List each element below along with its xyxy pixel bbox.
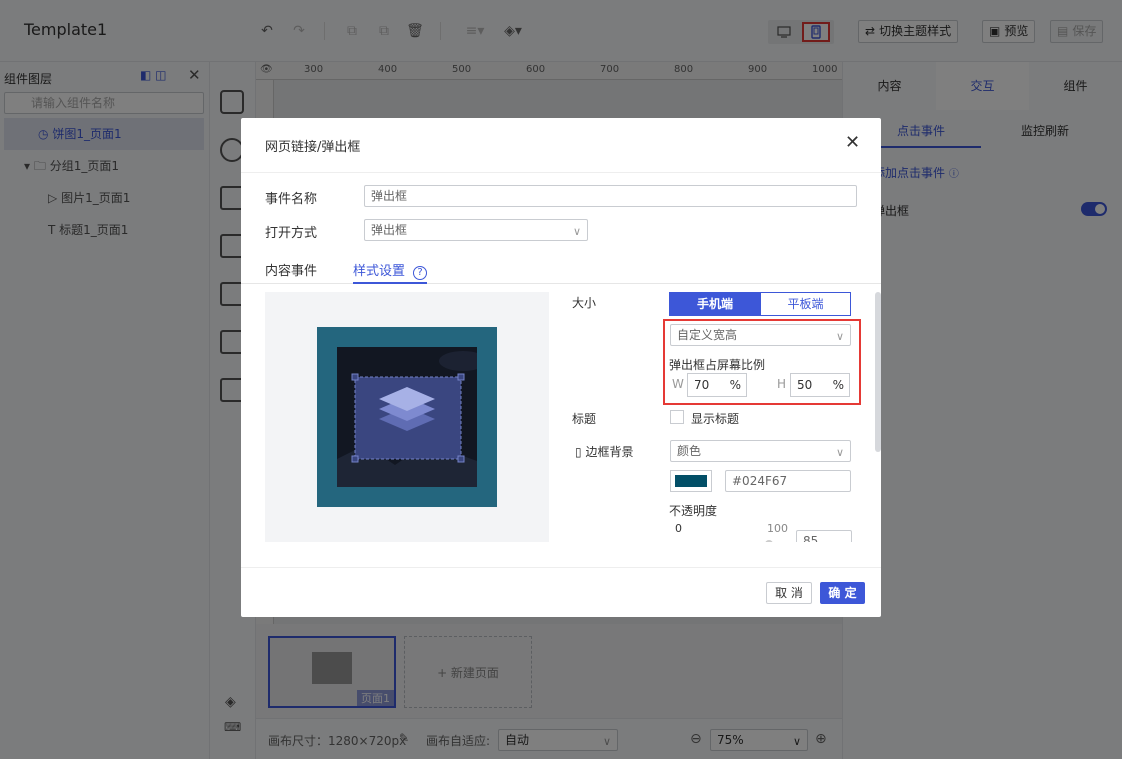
confirm-button[interactable]: 确 定 [820, 582, 865, 604]
open-mode-label: 打开方式 [265, 226, 318, 241]
opacity-input[interactable]: 85 [796, 530, 852, 542]
swatch-fill [675, 475, 707, 487]
tab-style-settings[interactable]: 样式设置? [353, 260, 428, 284]
opacity-max: 100 [767, 522, 788, 535]
divider [241, 172, 881, 173]
tab-content-event[interactable]: 内容事件 [265, 260, 317, 284]
color-hex-input[interactable]: #024F67 [725, 470, 851, 492]
popup-settings-dialog: 网页链接/弹出框 ✕ 事件名称 弹出框 打开方式 弹出框 ∨ 内容事件 样式设置… [241, 118, 881, 617]
opacity-slider-handle[interactable] [765, 540, 773, 542]
scrollbar-thumb[interactable] [875, 292, 881, 452]
dialog-title: 网页链接/弹出框 [265, 140, 361, 155]
popup-illustration [337, 351, 477, 487]
event-name-label: 事件名称 [265, 192, 318, 207]
preview-frame [317, 327, 497, 507]
popup-preview [265, 292, 549, 542]
chevron-down-icon: ∨ [572, 225, 581, 238]
opacity-min: 0 [675, 522, 682, 535]
open-mode-select[interactable]: 弹出框 ∨ [364, 219, 588, 241]
cancel-button[interactable]: 取 消 [766, 582, 812, 604]
divider [241, 567, 881, 568]
close-icon[interactable]: ✕ [845, 134, 860, 152]
preview-screen [337, 347, 477, 487]
options-scrollbar[interactable] [875, 292, 881, 542]
help-icon[interactable]: ? [413, 266, 428, 280]
options-scroll-region: #024F67 不透明度 0 100 85 [561, 292, 873, 542]
opacity-label: 不透明度 [669, 504, 718, 518]
dialog-tabs: 内容事件 样式设置? [241, 256, 881, 284]
event-name-input[interactable]: 弹出框 [364, 185, 857, 207]
color-swatch[interactable] [670, 470, 712, 492]
